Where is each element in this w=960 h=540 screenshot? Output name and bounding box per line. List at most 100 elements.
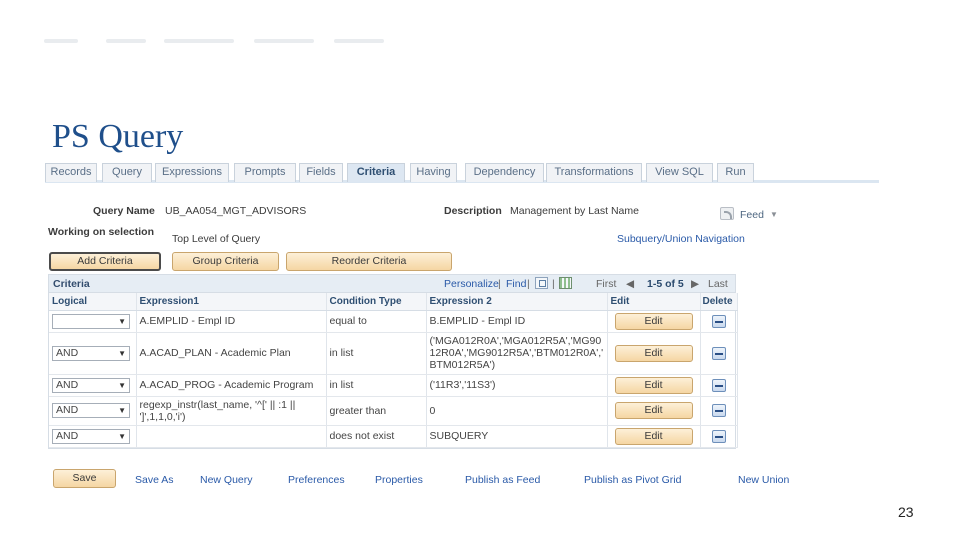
condition-type-cell: greater than [326, 396, 427, 426]
edit-button[interactable]: Edit [614, 312, 693, 330]
table-row: ▼ A.EMPLID - Empl ID equal to B.EMPLID -… [49, 310, 738, 333]
view-all-icon[interactable] [535, 277, 548, 289]
first-link[interactable]: First [596, 278, 616, 290]
next-icon[interactable]: ▶ [691, 278, 699, 290]
expression2-cell: 0 [426, 396, 608, 426]
delete-row-icon[interactable] [711, 346, 726, 360]
expression1-cell: A.ACAD_PROG - Academic Program [136, 374, 327, 397]
tab-prompts[interactable]: Prompts [234, 163, 296, 182]
table-row: AND ▼ A.ACAD_PROG - Academic Program in l… [49, 374, 738, 397]
criteria-grid-header: Criteria Personalize | Find | | First ◀ … [49, 275, 735, 293]
expression1-cell: A.ACAD_PLAN - Academic Plan [136, 332, 327, 375]
tab-transformations[interactable]: Transformations [546, 163, 642, 182]
description-value: Management by Last Name [510, 205, 639, 217]
add-criteria-button[interactable]: Add Criteria [49, 252, 161, 271]
logical-select[interactable]: AND ▼ [52, 345, 130, 361]
grid-separator: | [527, 278, 530, 290]
tab-query[interactable]: Query [102, 163, 152, 182]
row-range: 1-5 of 5 [647, 278, 684, 290]
tab-expressions[interactable]: Expressions [155, 163, 229, 182]
faint-header-bar [44, 34, 384, 50]
edit-button[interactable]: Edit [614, 376, 693, 394]
expression2-cell: SUBQUERY [426, 425, 608, 448]
new-union-link[interactable]: New Union [738, 474, 789, 486]
expression2-cell: ('MGA012R0A','MGA012R5A','MG9012R0A','MG… [426, 332, 608, 375]
logical-value: AND [56, 378, 79, 391]
download-excel-icon[interactable] [559, 277, 572, 289]
column-header-logical: Logical [49, 293, 137, 311]
previous-icon[interactable]: ◀ [626, 278, 634, 290]
chevron-down-icon: ▼ [118, 406, 126, 415]
tab-criteria[interactable]: Criteria [347, 163, 405, 182]
query-tab-bar: Records Query Expressions Prompts Fields… [45, 163, 879, 183]
criteria-table: Logical Expression1 Condition Type Expre… [49, 293, 738, 448]
delete-row-icon[interactable] [711, 404, 726, 417]
save-button[interactable]: Save [53, 469, 116, 488]
preferences-link[interactable]: Preferences [288, 474, 345, 486]
query-name-label: Query Name [93, 205, 155, 217]
expression2-cell: B.EMPLID - Empl ID [426, 310, 608, 333]
column-header-expression2: Expression 2 [426, 293, 608, 311]
expression1-cell: regexp_instr(last_name, '^[' || :1 || ']… [136, 396, 327, 426]
grid-separator: | [552, 278, 555, 290]
logical-select[interactable]: AND ▼ [52, 377, 130, 393]
expression2-cell: ('11R3','11S3') [426, 374, 608, 397]
logical-value: AND [56, 346, 79, 359]
tab-having[interactable]: Having [410, 163, 457, 182]
logical-select[interactable]: AND ▼ [52, 403, 130, 418]
tab-dependency[interactable]: Dependency [465, 163, 544, 182]
reorder-criteria-button[interactable]: Reorder Criteria [286, 252, 452, 271]
criteria-grid: Criteria Personalize | Find | | First ◀ … [48, 274, 738, 449]
condition-type-cell: does not exist [326, 425, 427, 448]
condition-type-cell: in list [326, 374, 427, 397]
slide-title: PS Query [52, 118, 184, 155]
chevron-down-icon: ▼ [118, 348, 126, 358]
logical-value: AND [56, 404, 79, 416]
tab-run[interactable]: Run [717, 163, 754, 182]
feed-label: Feed [740, 209, 764, 221]
column-header-condition-type: Condition Type [326, 293, 427, 311]
new-query-link[interactable]: New Query [200, 474, 253, 486]
rss-feed-icon [720, 207, 734, 220]
edit-button[interactable]: Edit [614, 427, 693, 445]
tab-records[interactable]: Records [45, 163, 97, 182]
table-row: AND ▼ A.ACAD_PLAN - Academic Plan in list… [49, 332, 738, 375]
save-as-link[interactable]: Save As [135, 474, 174, 486]
last-link[interactable]: Last [708, 278, 728, 290]
column-header-delete: Delete [700, 293, 738, 311]
edit-button[interactable]: Edit [614, 344, 693, 362]
chevron-down-icon: ▼ [118, 316, 126, 326]
publish-as-feed-link[interactable]: Publish as Feed [465, 474, 540, 486]
chevron-down-icon: ▼ [118, 431, 126, 441]
grid-separator: | [498, 278, 501, 290]
properties-link[interactable]: Properties [375, 474, 423, 486]
criteria-grid-title: Criteria [53, 278, 90, 290]
find-link[interactable]: Find [506, 278, 526, 290]
delete-row-icon[interactable] [711, 314, 726, 328]
delete-row-icon[interactable] [711, 378, 726, 392]
edit-button[interactable]: Edit [614, 402, 693, 419]
logical-value: AND [56, 429, 79, 442]
expression1-cell: A.EMPLID - Empl ID [136, 310, 327, 333]
logical-select[interactable]: AND ▼ [52, 428, 130, 444]
personalize-link[interactable]: Personalize [444, 278, 499, 290]
working-on-selection-label: Working on selection [48, 226, 154, 238]
group-criteria-button[interactable]: Group Criteria [172, 252, 279, 271]
subquery-union-navigation-link[interactable]: Subquery/Union Navigation [617, 233, 745, 245]
chevron-down-icon: ▼ [770, 210, 778, 219]
column-header-edit: Edit [607, 293, 701, 311]
description-label: Description [444, 205, 502, 217]
working-on-selection-value: Top Level of Query [172, 233, 261, 245]
condition-type-cell: in list [326, 332, 427, 375]
table-row: AND ▼ does not exist SUBQUERY Edit [49, 425, 738, 448]
tab-fields[interactable]: Fields [299, 163, 343, 182]
column-header-expression1: Expression1 [136, 293, 327, 311]
condition-type-cell: equal to [326, 310, 427, 333]
tab-view-sql[interactable]: View SQL [646, 163, 713, 182]
table-row: AND ▼ regexp_instr(last_name, '^[' || :1 … [49, 396, 738, 426]
slide-page-number: 23 [898, 504, 914, 520]
logical-select[interactable]: ▼ [52, 313, 130, 329]
publish-as-pivot-grid-link[interactable]: Publish as Pivot Grid [584, 474, 681, 486]
delete-row-icon[interactable] [711, 429, 726, 443]
expression1-cell [136, 425, 327, 448]
